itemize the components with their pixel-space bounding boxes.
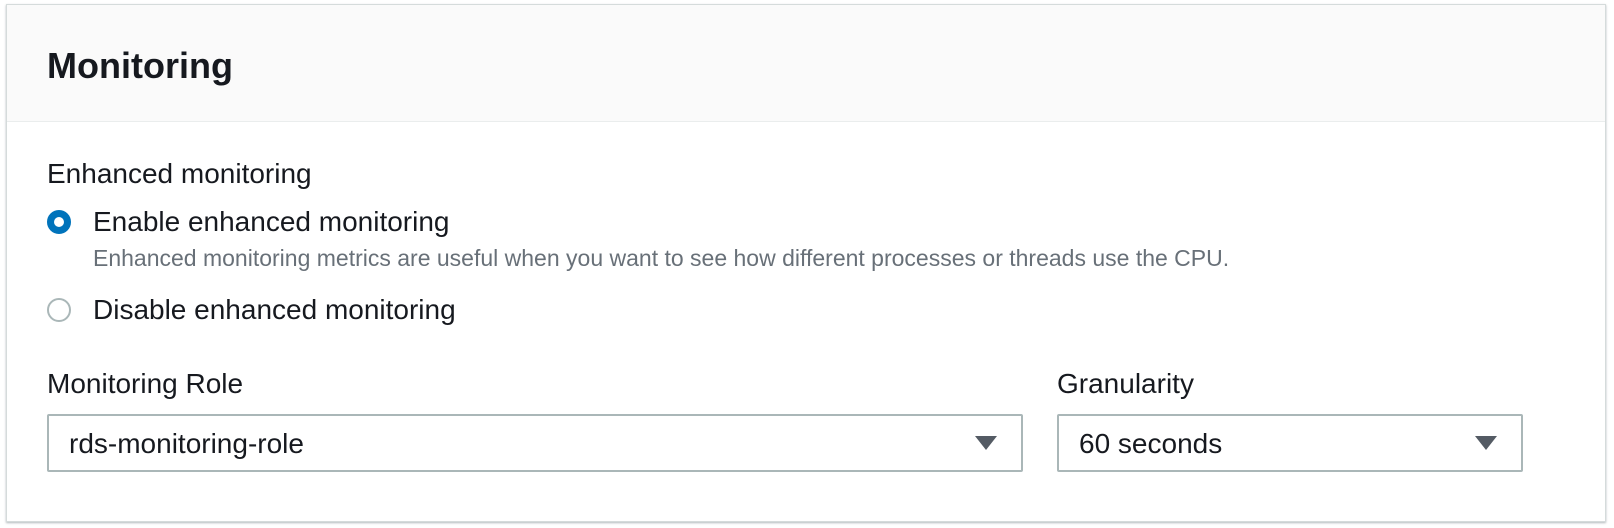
granularity-field: Granularity 60 seconds [1057,366,1523,472]
enhanced-monitoring-label: Enhanced monitoring [47,158,312,189]
monitoring-role-select[interactable]: rds-monitoring-role [47,414,1023,472]
granularity-select[interactable]: 60 seconds [1057,414,1523,472]
monitoring-role-label: Monitoring Role [47,368,244,399]
monitoring-role-value: rds-monitoring-role [69,428,304,459]
panel-header: Monitoring [7,5,1605,122]
panel-title: Monitoring [47,45,233,86]
disable-enhanced-monitoring-label: Disable enhanced monitoring [93,294,456,325]
enable-enhanced-monitoring-option[interactable]: Enable enhanced monitoring Enhanced moni… [47,204,1229,274]
enable-enhanced-monitoring-label: Enable enhanced monitoring [93,206,450,237]
granularity-label: Granularity [1057,368,1194,399]
caret-down-icon [975,436,997,450]
granularity-value: 60 seconds [1079,428,1223,459]
radio-unselected-icon[interactable] [47,298,71,322]
caret-down-icon [1475,436,1497,450]
panel-body: Enhanced monitoring Enable enhanced moni… [7,122,1605,522]
radio-selected-icon[interactable] [47,210,71,234]
monitoring-role-field: Monitoring Role rds-monitoring-role [47,366,1023,472]
monitoring-panel: Monitoring Enhanced monitoring Enable en… [6,4,1606,522]
enable-enhanced-monitoring-description: Enhanced monitoring metrics are useful w… [93,245,1230,271]
disable-enhanced-monitoring-option[interactable]: Disable enhanced monitoring [47,292,456,328]
